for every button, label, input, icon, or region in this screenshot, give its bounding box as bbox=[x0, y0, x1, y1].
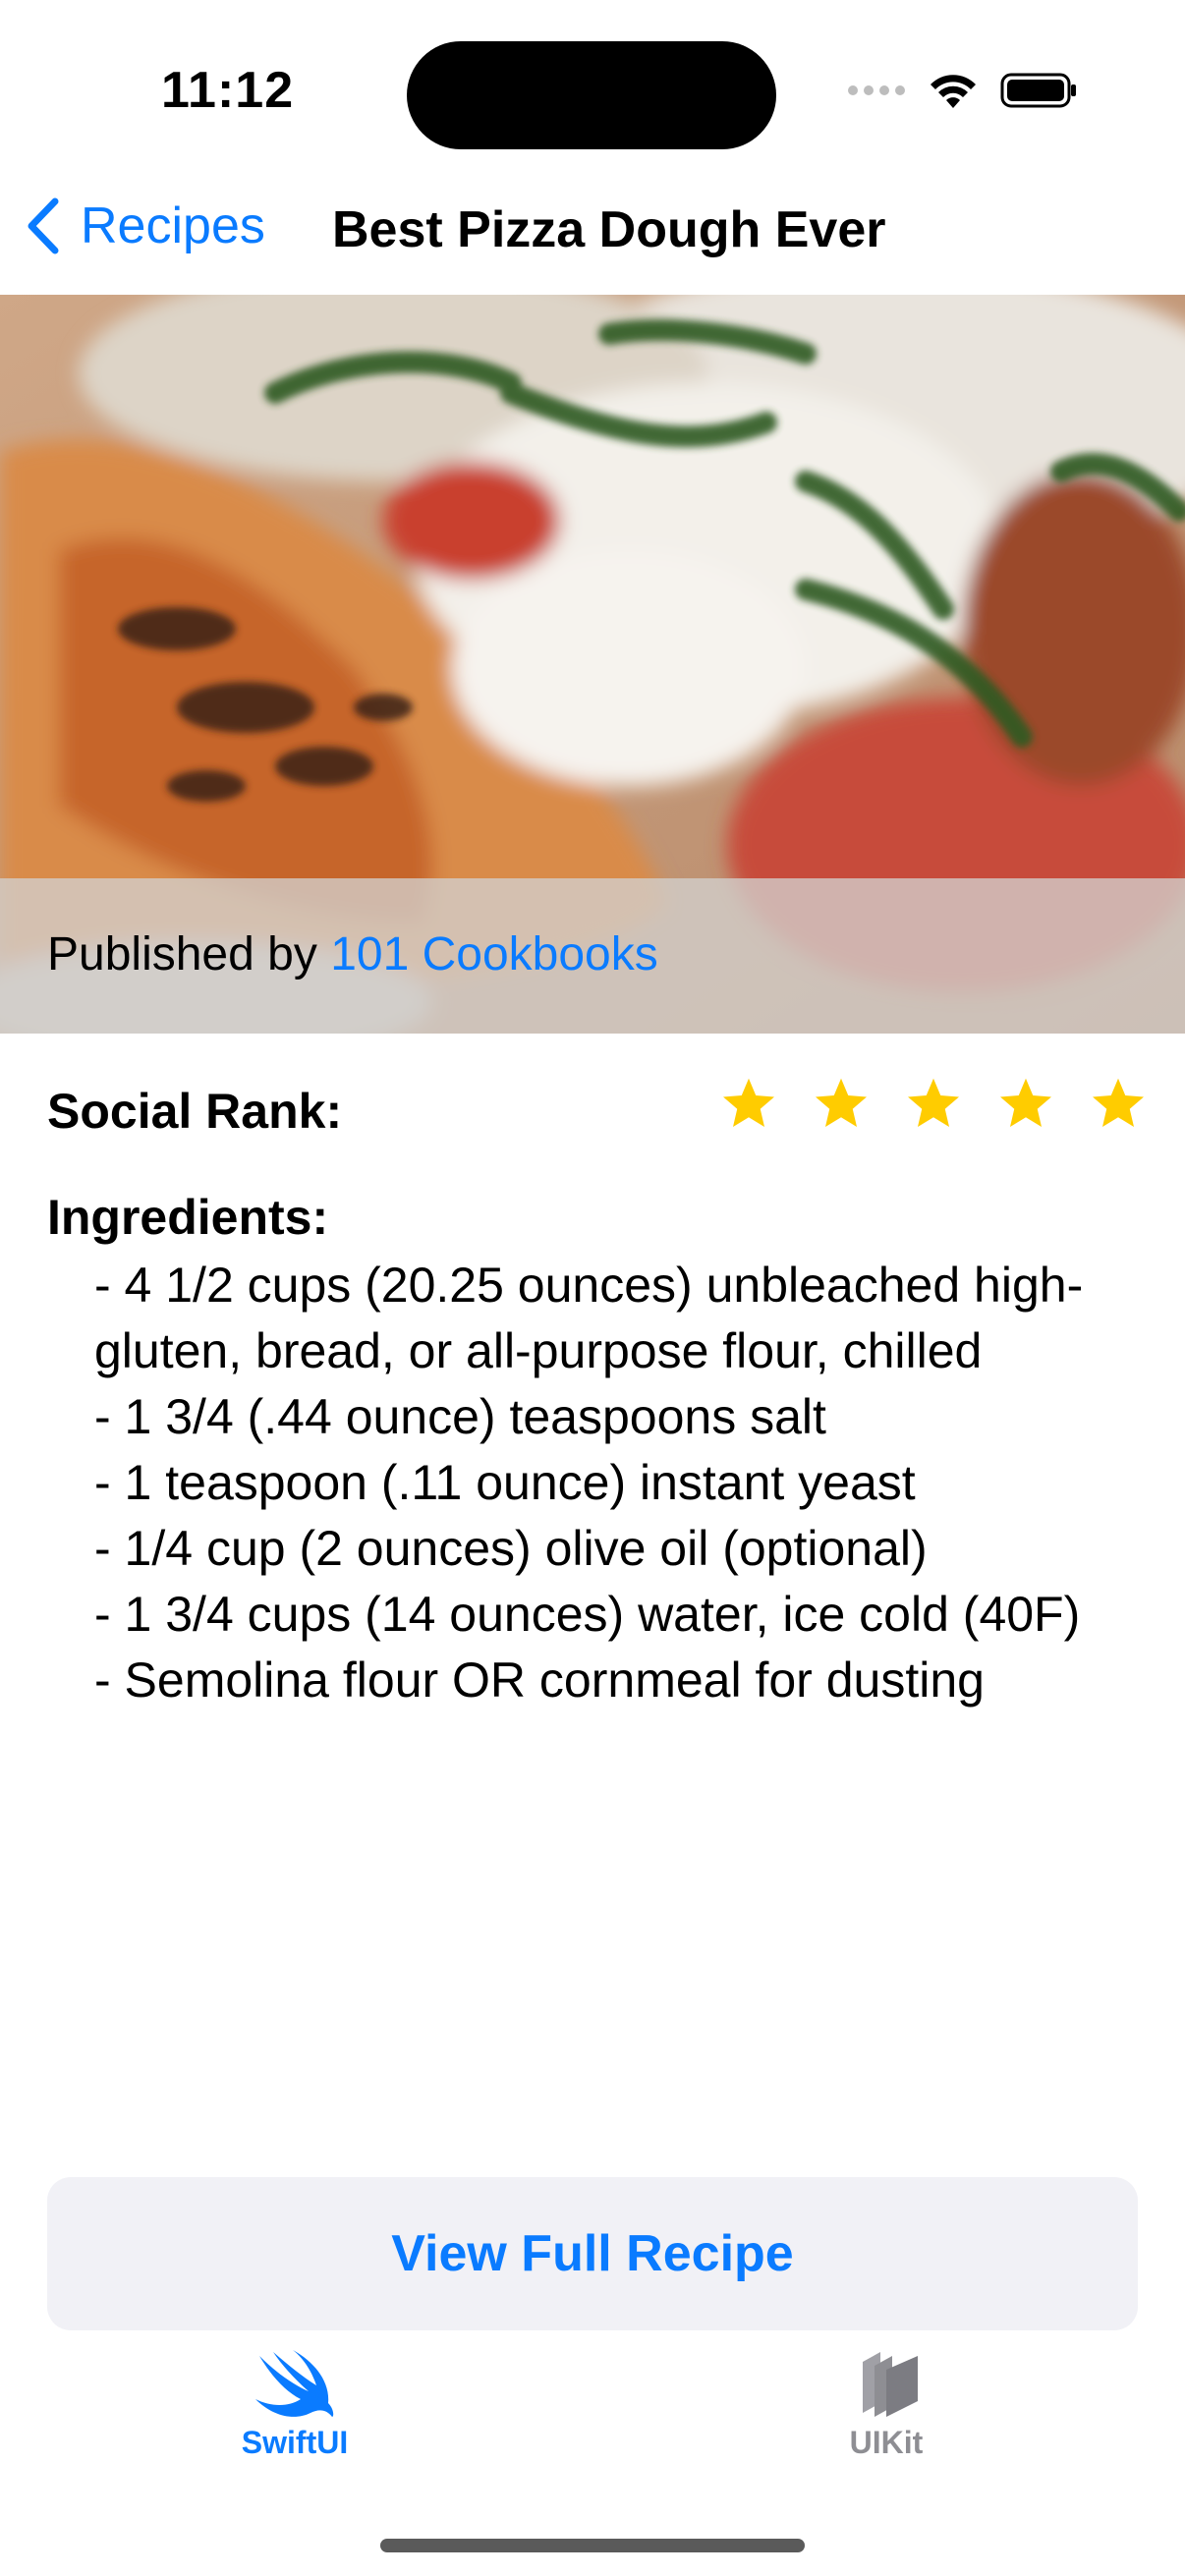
ingredient-item: - Semolina flour OR cornmeal for dusting bbox=[94, 1652, 985, 1708]
rating-stars bbox=[719, 1075, 1148, 1134]
star-icon bbox=[723, 1078, 774, 1127]
uikit-stack-icon bbox=[863, 2352, 918, 2417]
publisher-link[interactable]: 101 Cookbooks bbox=[330, 928, 658, 980]
back-button[interactable]: Recipes bbox=[26, 196, 265, 255]
tab-uikit[interactable]: UIKit bbox=[808, 2348, 965, 2461]
star-icon bbox=[1093, 1078, 1144, 1127]
ingredients-label: Ingredients: bbox=[47, 1190, 329, 1245]
cellular-dots-icon bbox=[848, 85, 905, 95]
star-icon bbox=[908, 1078, 959, 1127]
ingredient-item: - 1 teaspoon (.11 ounce) instant yeast bbox=[94, 1455, 916, 1510]
page-title: Best Pizza Dough Ever bbox=[332, 201, 886, 258]
back-button-label: Recipes bbox=[81, 197, 265, 254]
tab-uikit-label: UIKit bbox=[849, 2425, 924, 2460]
star-icon bbox=[1000, 1078, 1051, 1127]
swift-bird-icon bbox=[255, 2350, 334, 2417]
home-indicator bbox=[380, 2539, 805, 2552]
chevron-left-icon bbox=[28, 197, 59, 254]
view-full-recipe-button[interactable]: View Full Recipe bbox=[47, 2177, 1138, 2330]
dynamic-island bbox=[407, 41, 776, 149]
status-icons bbox=[847, 71, 1079, 110]
wifi-icon bbox=[931, 75, 976, 108]
published-by: Published by 101 Cookbooks bbox=[47, 927, 658, 981]
social-rank-label: Social Rank: bbox=[47, 1084, 343, 1139]
star-icon bbox=[816, 1078, 867, 1127]
ingredients-list: - 4 1/2 cups (20.25 ounces) unbleached h… bbox=[94, 1253, 1136, 1713]
battery-icon bbox=[1000, 73, 1076, 108]
ingredient-item: - 4 1/2 cups (20.25 ounces) unbleached h… bbox=[94, 1258, 1084, 1378]
tab-swiftui-label: SwiftUI bbox=[241, 2425, 349, 2460]
ingredient-item: - 1/4 cup (2 ounces) olive oil (optional… bbox=[94, 1521, 928, 1576]
tab-swiftui[interactable]: SwiftUI bbox=[216, 2348, 373, 2461]
ingredient-item: - 1 3/4 (.44 ounce) teaspoons salt bbox=[94, 1389, 826, 1444]
status-time: 11:12 bbox=[161, 62, 295, 119]
published-prefix: Published by bbox=[47, 928, 331, 980]
ingredient-item: - 1 3/4 cups (14 ounces) water, ice cold… bbox=[94, 1587, 1081, 1642]
